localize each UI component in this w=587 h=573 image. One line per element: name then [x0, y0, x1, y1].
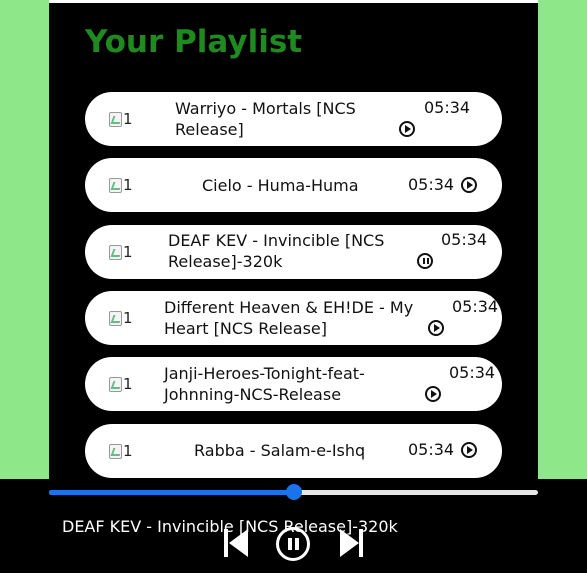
song-cover-alt: 1 — [123, 442, 133, 460]
broken-image-icon — [109, 310, 122, 326]
song-item[interactable]: 1 Janji-Heroes-Tonight-feat-Johnning-NCS… — [85, 357, 502, 411]
playlist-title: Your Playlist — [85, 24, 303, 60]
broken-image-icon — [109, 111, 122, 127]
song-cover-image: 1 — [109, 375, 133, 393]
song-duration: 05:34 — [449, 363, 496, 382]
song-cover-image: 1 — [109, 176, 133, 194]
broken-image-icon — [109, 244, 122, 260]
song-item[interactable]: 1 Cielo - Huma-Huma 05:34 — [85, 158, 502, 212]
song-duration: 05:34 — [424, 98, 471, 117]
previous-triangle — [229, 529, 248, 557]
song-cover-alt: 1 — [123, 243, 133, 261]
song-item[interactable]: 1 DEAF KEV - Invincible [NCS Release]-32… — [85, 225, 502, 279]
song-cover-image: 1 — [109, 442, 133, 460]
previous-bar — [224, 529, 228, 557]
previous-icon[interactable] — [223, 528, 249, 558]
song-cover-image: 1 — [109, 110, 133, 128]
song-cover-image: 1 — [109, 309, 133, 327]
next-triangle — [340, 529, 359, 557]
play-circle-icon[interactable] — [461, 442, 477, 458]
song-cover-alt: 1 — [123, 375, 133, 393]
right-green-panel — [538, 0, 587, 479]
song-cover-alt: 1 — [123, 176, 133, 194]
play-circle-icon[interactable] — [425, 386, 441, 402]
progress-slider[interactable] — [49, 484, 538, 500]
song-name: Janji-Heroes-Tonight-feat-Johnning-NCS-R… — [164, 364, 365, 404]
song-duration: 05:34 — [408, 175, 455, 194]
broken-image-icon — [109, 376, 122, 392]
pause-circle-icon[interactable] — [276, 527, 310, 561]
next-icon[interactable] — [339, 528, 365, 558]
song-duration: 05:34 — [441, 230, 488, 249]
song-item[interactable]: 1 Warriyo - Mortals [NCS Release] 05:34 — [85, 92, 502, 146]
song-name: Warriyo - Mortals [NCS Release] — [175, 99, 356, 139]
music-player-page: Your Playlist 1 Warriyo - Mortals [NCS R… — [0, 0, 587, 573]
progress-fill — [49, 490, 294, 495]
song-name: Different Heaven & EH!DE - My Heart [NCS… — [164, 298, 414, 338]
song-duration: 05:34 — [452, 297, 499, 316]
progress-handle[interactable] — [285, 484, 302, 500]
play-circle-icon[interactable] — [461, 177, 477, 193]
song-cover-alt: 1 — [123, 309, 133, 327]
song-name: Rabba - Salam-e-Ishq — [194, 441, 366, 460]
song-cover-image: 1 — [109, 243, 133, 261]
song-duration: 05:34 — [408, 440, 455, 459]
broken-image-icon — [109, 443, 122, 459]
song-item[interactable]: 1 Rabba - Salam-e-Ishq 05:34 — [85, 424, 502, 478]
song-name: Cielo - Huma-Huma — [202, 176, 359, 195]
song-name: DEAF KEV - Invincible [NCS Release]-320k — [168, 231, 385, 271]
pause-circle-icon[interactable] — [417, 253, 433, 269]
play-circle-icon[interactable] — [399, 121, 415, 137]
play-circle-icon[interactable] — [428, 320, 444, 336]
next-bar — [359, 529, 363, 557]
left-green-panel — [0, 0, 49, 479]
broken-image-icon — [109, 177, 122, 193]
song-cover-alt: 1 — [123, 110, 133, 128]
song-item[interactable]: 1 Different Heaven & EH!DE - My Heart [N… — [85, 291, 502, 345]
